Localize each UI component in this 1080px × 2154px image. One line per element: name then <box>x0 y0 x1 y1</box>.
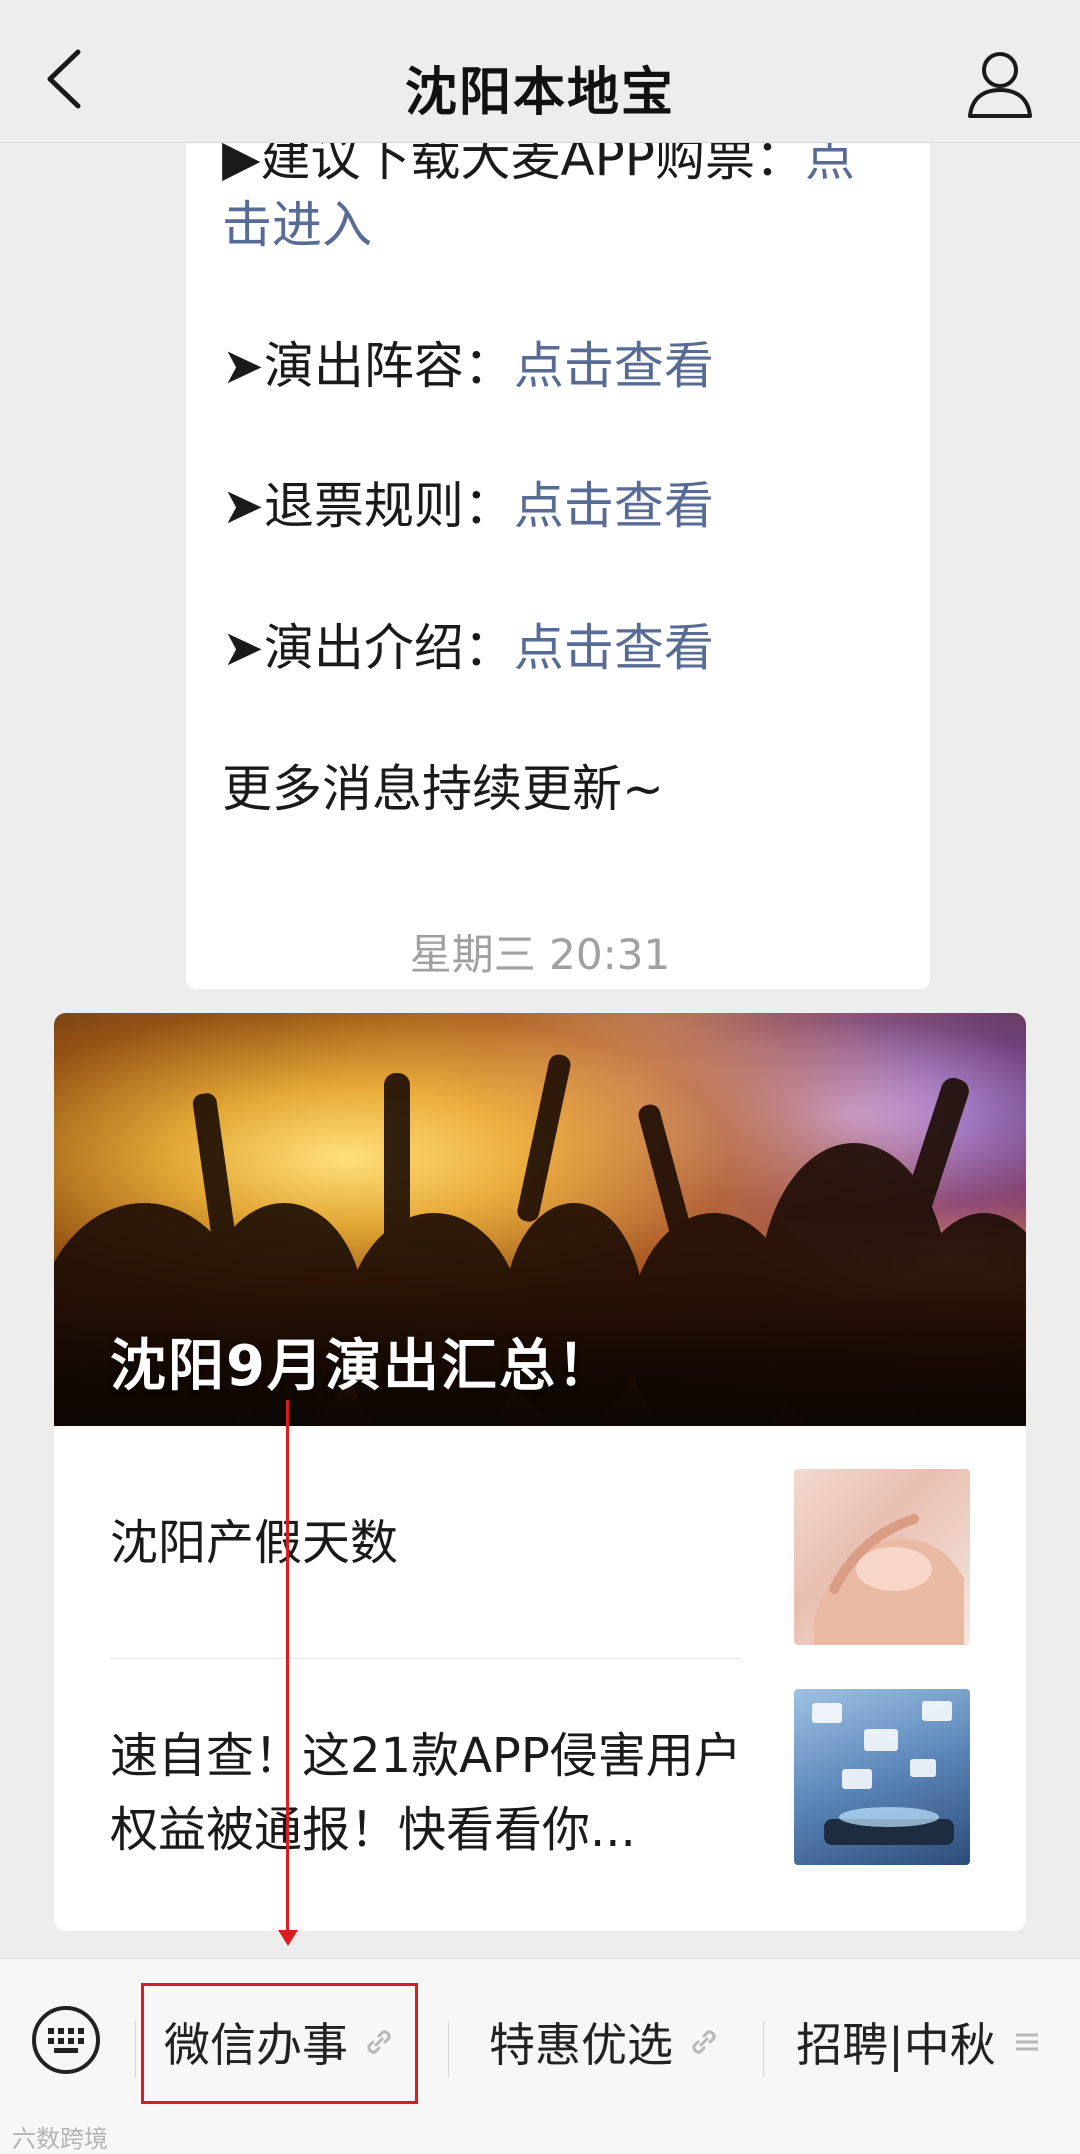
message-line: ➤演出介绍：点击查看 <box>222 613 894 683</box>
menu-separator <box>763 2021 764 2077</box>
message-line: ➤退票规则：点击查看 <box>222 471 894 541</box>
keyboard-icon[interactable] <box>30 2004 102 2076</box>
article-item[interactable]: 沈阳产假天数 <box>54 1426 1026 1658</box>
watermark: 六数跨境 <box>12 2125 108 2153</box>
menu-separator <box>448 2021 449 2077</box>
menu-item-special-offers[interactable]: 特惠优选 <box>455 2004 755 2080</box>
message-bubble: ▶建议下载大麦APP购票：点 击进入 ➤演出阵容：点击查看 ➤退票规则：点击查看… <box>186 143 930 989</box>
cover-image[interactable]: 沈阳9月演出汇总！ <box>54 1013 1026 1426</box>
menu-item-label: 特惠优选 <box>489 2018 673 2072</box>
cover-title[interactable]: 沈阳9月演出汇总！ <box>110 1321 615 1402</box>
article-card: 沈阳9月演出汇总！ 沈阳产假天数 速自查！这21款APP侵害用户权益被通报！快看… <box>54 1013 1026 1931</box>
timestamp: 星期三 20:31 <box>409 930 671 979</box>
annotation-arrow-line <box>286 1400 289 1935</box>
line-text: ▶建议下载大麦APP购票： <box>222 143 805 187</box>
annotation-arrow-head <box>278 1930 298 1946</box>
article-item-title: 沈阳产假天数 <box>110 1515 399 1571</box>
nav-bar: 沈阳本地宝 <box>0 0 1080 143</box>
message-line: 更多消息持续更新~ <box>222 754 894 824</box>
chat-area[interactable]: ▶建议下载大麦APP购票：点 击进入 ➤演出阵容：点击查看 ➤退票规则：点击查看… <box>0 143 1080 1958</box>
refund-link[interactable]: 点击查看 <box>514 477 714 535</box>
article-item-title: 速自查！这21款APP侵害用户权益被通报！快看看你... <box>110 1728 742 1858</box>
profile-icon[interactable] <box>960 44 1040 124</box>
article-thumbnail <box>794 1689 970 1865</box>
line-text: ➤演出介绍： <box>222 619 514 677</box>
enter-link[interactable]: 击进入 <box>222 196 372 254</box>
article-item[interactable]: 速自查！这21款APP侵害用户权益被通报！快看看你... <box>54 1659 1026 1931</box>
page-title: 沈阳本地宝 <box>404 63 675 123</box>
link-icon <box>692 2030 716 2054</box>
menu-item-jobs-festival[interactable]: 招聘|中秋 <box>770 2004 1070 2080</box>
menu-lines-icon <box>1015 2033 1038 2051</box>
highlight-box <box>141 1983 418 2104</box>
lineup-link[interactable]: 点击查看 <box>514 337 714 395</box>
line-text: ➤演出阵容： <box>222 337 514 395</box>
line-text: ➤退票规则： <box>222 477 514 535</box>
article-thumbnail <box>794 1469 970 1645</box>
buy-ticket-link[interactable]: 点 <box>805 143 855 187</box>
line-text: 更多消息持续更新~ <box>222 760 664 818</box>
message-line: ➤演出阵容：点击查看 <box>222 331 894 401</box>
menu-separator <box>135 2021 136 2077</box>
intro-link[interactable]: 点击查看 <box>514 619 714 677</box>
message-line: 击进入 <box>222 190 894 260</box>
bottom-menu: 微信办事 特惠优选 招聘|中秋 六数跨境 <box>0 1958 1080 2153</box>
message-line: ▶建议下载大麦APP购票：点 <box>222 143 894 193</box>
menu-item-label: 招聘|中秋 <box>796 2018 996 2072</box>
